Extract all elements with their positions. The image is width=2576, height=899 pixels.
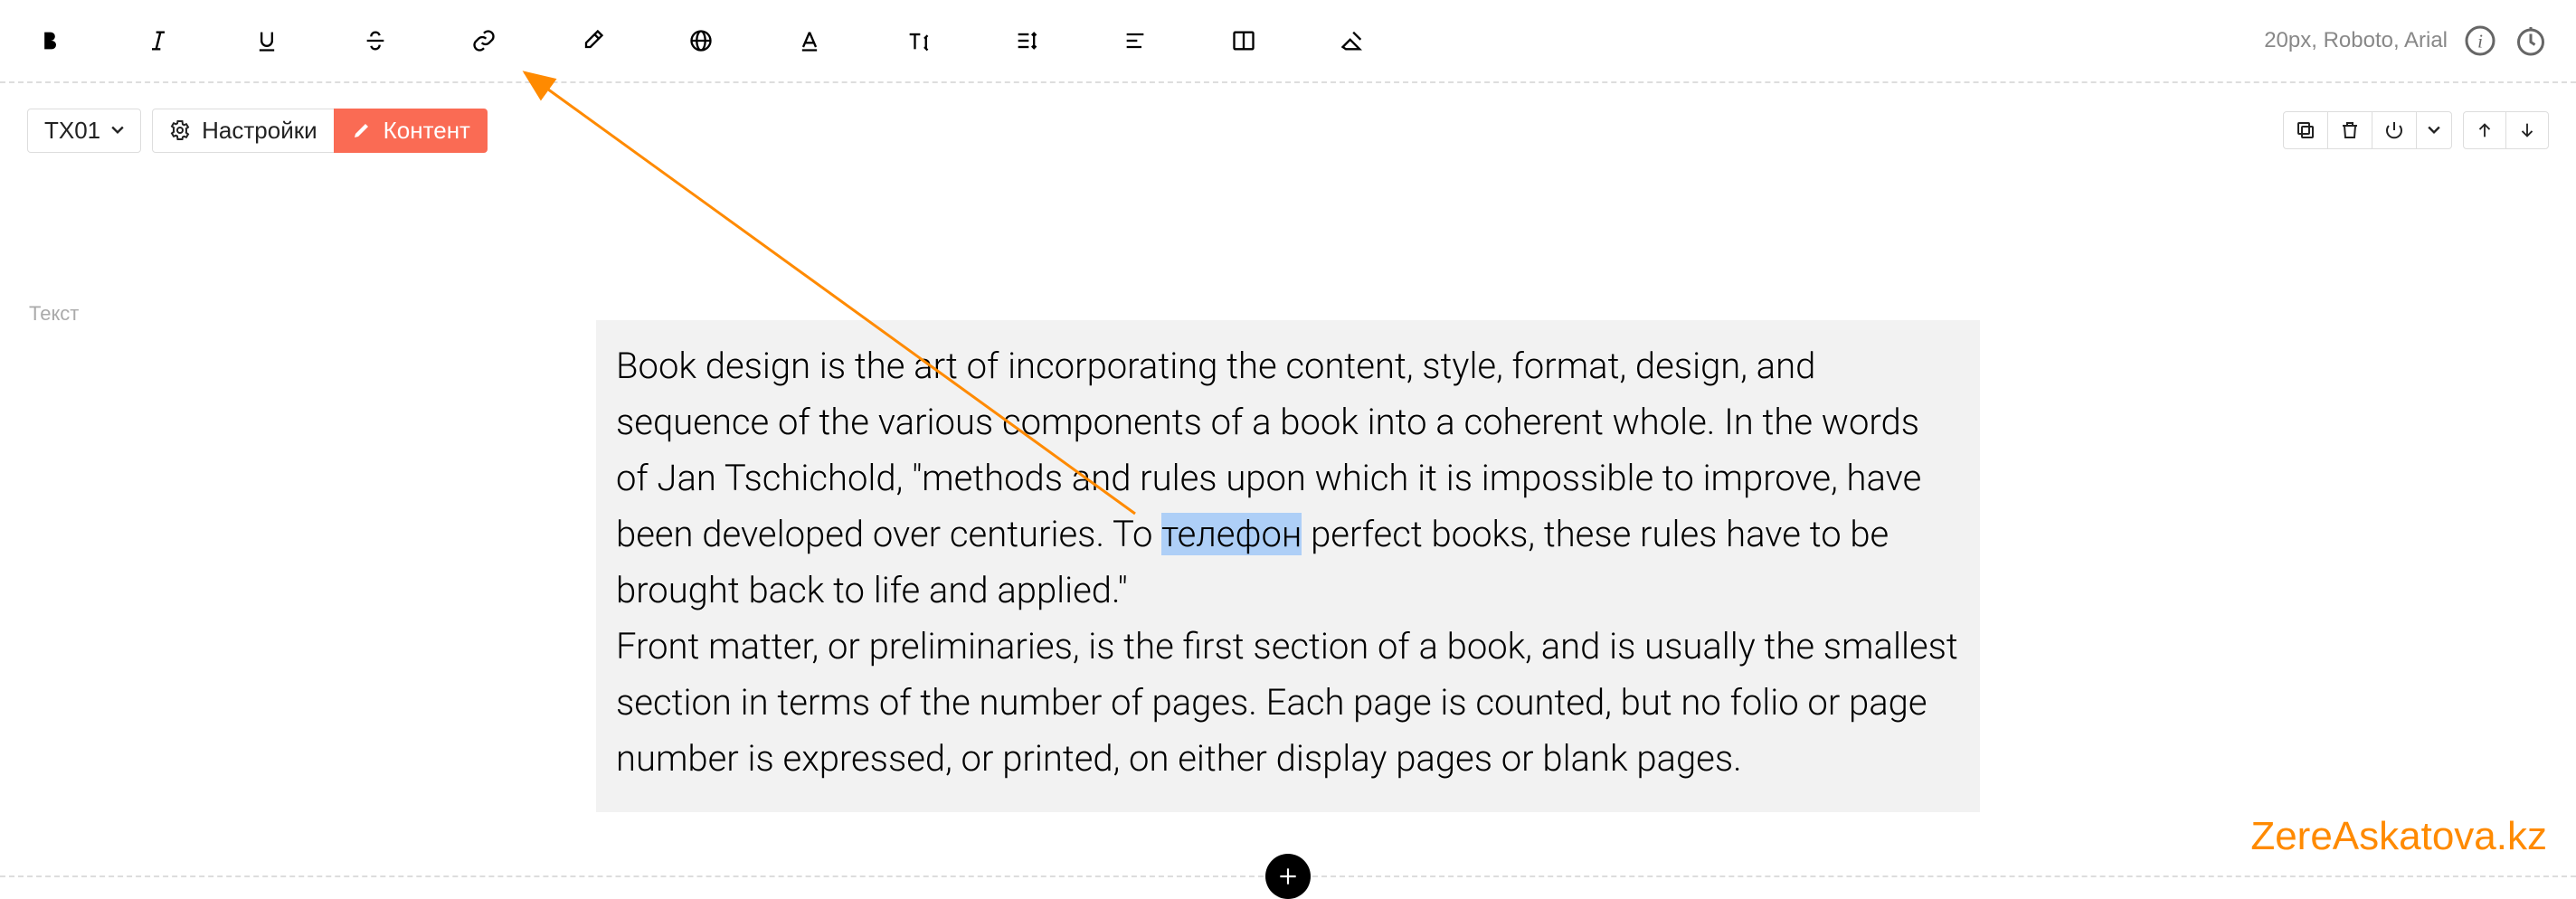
move-group (2463, 111, 2549, 149)
text-color-button[interactable] (787, 18, 832, 63)
timer-icon[interactable] (2513, 23, 2549, 59)
formatting-toolbar: 20px, Roboto, Arial i (0, 0, 2576, 81)
line-height-button[interactable] (1004, 18, 1049, 63)
link-button[interactable] (461, 18, 507, 63)
block-type-label: Текст (29, 302, 79, 326)
strikethrough-button[interactable] (353, 18, 398, 63)
block-actions-group (2283, 111, 2452, 149)
svg-text:i: i (2477, 31, 2483, 52)
move-down-button[interactable] (2505, 111, 2549, 149)
columns-button[interactable] (1221, 18, 1266, 63)
align-button[interactable] (1113, 18, 1158, 63)
block-id-label: TX01 (44, 117, 100, 145)
settings-tab[interactable]: Настройки (152, 109, 335, 153)
block-settings-bar: TX01 Настройки Контент (0, 83, 2576, 159)
font-info-text: 20px, Roboto, Arial (2264, 28, 2448, 53)
color-picker-button[interactable] (570, 18, 615, 63)
move-up-button[interactable] (2463, 111, 2506, 149)
duplicate-button[interactable] (2283, 111, 2328, 149)
paragraph-2[interactable]: Front matter, or preliminaries, is the f… (616, 619, 1960, 787)
paragraph-1[interactable]: Book design is the art of incorporating … (616, 338, 1960, 619)
clear-format-button[interactable] (1330, 18, 1375, 63)
bold-button[interactable] (27, 18, 72, 63)
text-block[interactable]: Book design is the art of incorporating … (596, 320, 1980, 812)
settings-tab-label: Настройки (202, 117, 317, 145)
content-tab-label: Контент (384, 117, 470, 145)
add-block-button[interactable] (1265, 854, 1311, 899)
content-tab[interactable]: Контент (334, 109, 488, 153)
block-mode-tabs: Настройки Контент (152, 109, 488, 153)
block-id-dropdown[interactable]: TX01 (27, 109, 141, 153)
underline-button[interactable] (244, 18, 289, 63)
watermark: ZereAskatova.kz (2250, 814, 2547, 859)
selected-text[interactable]: телефон (1161, 513, 1302, 555)
info-icon[interactable]: i (2462, 23, 2498, 59)
font-size-button[interactable] (895, 18, 941, 63)
delete-button[interactable] (2327, 111, 2372, 149)
more-dropdown[interactable] (2416, 111, 2452, 149)
power-button[interactable] (2372, 111, 2417, 149)
font-info: 20px, Roboto, Arial i (2264, 23, 2549, 59)
italic-button[interactable] (136, 18, 181, 63)
weight-button[interactable] (678, 18, 724, 63)
